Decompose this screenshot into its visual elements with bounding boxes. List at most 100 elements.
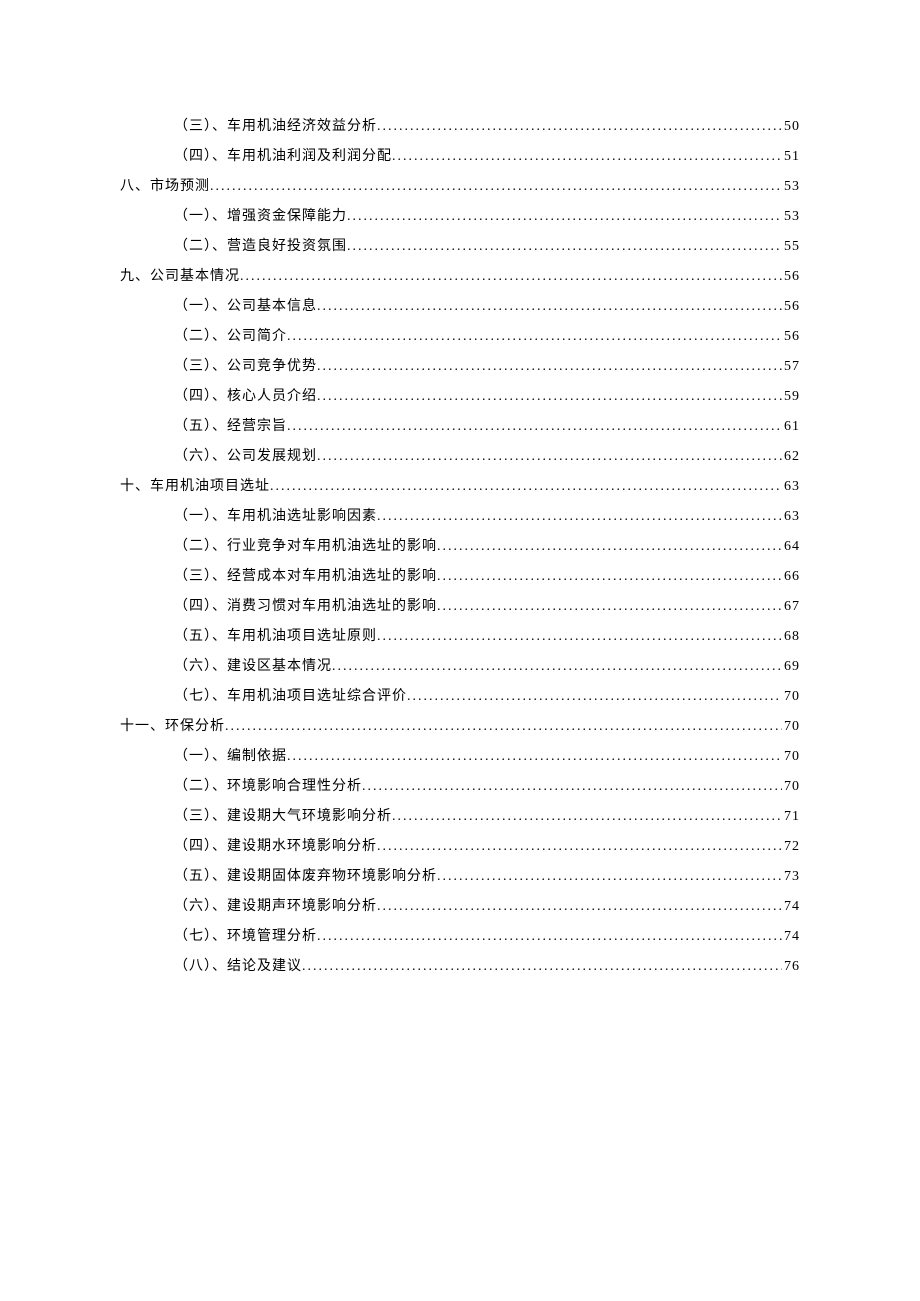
toc-entry-title: （四）、车用机油利润及利润分配 <box>174 145 392 165</box>
toc-leader-dots <box>317 929 782 945</box>
toc-entry-page: 56 <box>782 299 800 315</box>
toc-entry-page: 70 <box>782 779 800 795</box>
toc-entry-title: （七）、车用机油项目选址综合评价 <box>174 685 407 705</box>
toc-entry-page: 76 <box>782 959 800 975</box>
toc-leader-dots <box>347 209 782 225</box>
toc-entry-title: （六）、公司发展规划 <box>174 445 317 465</box>
toc-entry: （三）、建设期大气环境影响分析 71 <box>120 805 800 825</box>
toc-leader-dots <box>287 419 782 435</box>
toc-entry: 九、公司基本情况 56 <box>120 265 800 285</box>
toc-entry-title: （二）、公司简介 <box>174 325 287 345</box>
toc-entry-page: 68 <box>782 629 800 645</box>
toc-leader-dots <box>317 299 782 315</box>
toc-leader-dots <box>347 239 782 255</box>
toc-entry-page: 72 <box>782 839 800 855</box>
toc-entry: （七）、车用机油项目选址综合评价 70 <box>120 685 800 705</box>
toc-entry: （六）、建设期声环境影响分析 74 <box>120 895 800 915</box>
toc-entry: （三）、经营成本对车用机油选址的影响 66 <box>120 565 800 585</box>
toc-entry: （八）、结论及建议 76 <box>120 955 800 975</box>
toc-entry-page: 74 <box>782 899 800 915</box>
toc-entry-title: （五）、车用机油项目选址原则 <box>174 625 377 645</box>
toc-leader-dots <box>210 179 782 195</box>
toc-entry-page: 53 <box>782 209 800 225</box>
toc-entry-title: （七）、环境管理分析 <box>174 925 317 945</box>
toc-entry: （二）、公司简介 56 <box>120 325 800 345</box>
toc-entry-title: 八、市场预测 <box>120 175 210 195</box>
toc-entry-page: 74 <box>782 929 800 945</box>
toc-entry: （四）、核心人员介绍59 <box>120 385 800 405</box>
toc-leader-dots <box>377 899 782 915</box>
toc-entry-title: （三）、建设期大气环境影响分析 <box>174 805 392 825</box>
toc-entry-page: 73 <box>782 869 800 885</box>
toc-entry-title: （三）、车用机油经济效益分析 <box>174 115 377 135</box>
toc-entry-title: （五）、经营宗旨 <box>174 415 287 435</box>
toc-entry: （六）、建设区基本情况69 <box>120 655 800 675</box>
toc-leader-dots <box>317 389 782 405</box>
toc-entry-page: 66 <box>782 569 800 585</box>
toc-entry-title: （二）、行业竞争对车用机油选址的影响 <box>174 535 437 555</box>
toc-leader-dots <box>392 149 782 165</box>
toc-entry-title: （八）、结论及建议 <box>174 955 302 975</box>
toc-entry-page: 59 <box>782 389 800 405</box>
toc-entry-title: （六）、建设期声环境影响分析 <box>174 895 377 915</box>
toc-entry: （二）、环境影响合理性分析70 <box>120 775 800 795</box>
toc-leader-dots <box>392 809 782 825</box>
toc-entry-page: 53 <box>782 179 800 195</box>
toc-entry: （一）、公司基本信息 56 <box>120 295 800 315</box>
toc-entry-page: 51 <box>782 149 800 165</box>
toc-entry-page: 55 <box>782 239 800 255</box>
toc-entry-title: （一）、增强资金保障能力 <box>174 205 347 225</box>
toc-entry-page: 69 <box>782 659 800 675</box>
toc-leader-dots <box>437 869 782 885</box>
toc-entry-page: 56 <box>782 269 800 285</box>
toc-entry: （一）、编制依据 70 <box>120 745 800 765</box>
toc-leader-dots <box>270 479 782 495</box>
toc-entry-title: （五）、建设期固体废弃物环境影响分析 <box>174 865 437 885</box>
toc-leader-dots <box>437 599 782 615</box>
toc-leader-dots <box>287 749 782 765</box>
toc-entry-title: （三）、公司竞争优势 <box>174 355 317 375</box>
toc-entry-page: 56 <box>782 329 800 345</box>
toc-entry: （七）、环境管理分析 74 <box>120 925 800 945</box>
toc-entry-title: （一）、编制依据 <box>174 745 287 765</box>
toc-entry: 八、市场预测 53 <box>120 175 800 195</box>
toc-entry-page: 63 <box>782 479 800 495</box>
toc-entry-page: 70 <box>782 749 800 765</box>
toc-entry-title: （四）、消费习惯对车用机油选址的影响 <box>174 595 437 615</box>
toc-entry: （四）、消费习惯对车用机油选址的影响67 <box>120 595 800 615</box>
toc-leader-dots <box>377 119 782 135</box>
toc-entry-title: （一）、公司基本信息 <box>174 295 317 315</box>
toc-entry: （二）、营造良好投资氛围 55 <box>120 235 800 255</box>
toc-leader-dots <box>240 269 782 285</box>
toc-entry: （五）、经营宗旨61 <box>120 415 800 435</box>
toc-entry-title: （三）、经营成本对车用机油选址的影响 <box>174 565 437 585</box>
toc-entry: （三）、车用机油经济效益分析50 <box>120 115 800 135</box>
toc-entry: （一）、车用机油选址影响因素 63 <box>120 505 800 525</box>
toc-entry: （五）、车用机油项目选址原则 68 <box>120 625 800 645</box>
toc-entry: （三）、公司竞争优势 57 <box>120 355 800 375</box>
toc-entry: （一）、增强资金保障能力 53 <box>120 205 800 225</box>
toc-entry-page: 57 <box>782 359 800 375</box>
toc-entry: 十、车用机油项目选址63 <box>120 475 800 495</box>
toc-entry-title: 九、公司基本情况 <box>120 265 240 285</box>
toc-leader-dots <box>317 449 782 465</box>
toc-leader-dots <box>302 959 782 975</box>
toc-leader-dots <box>287 329 782 345</box>
toc-leader-dots <box>437 539 782 555</box>
toc-leader-dots <box>377 839 782 855</box>
toc-leader-dots <box>377 629 782 645</box>
toc-entry: （四）、建设期水环境影响分析72 <box>120 835 800 855</box>
toc-entry-page: 63 <box>782 509 800 525</box>
toc-entry: （四）、车用机油利润及利润分配 51 <box>120 145 800 165</box>
toc-entry: 十一、环保分析70 <box>120 715 800 735</box>
toc-entry-page: 70 <box>782 719 800 735</box>
toc-entry-title: （一）、车用机油选址影响因素 <box>174 505 377 525</box>
toc-entry: （二）、行业竞争对车用机油选址的影响64 <box>120 535 800 555</box>
toc-entry-page: 71 <box>782 809 800 825</box>
toc-entry-page: 62 <box>782 449 800 465</box>
toc-leader-dots <box>225 719 782 735</box>
toc-entry-page: 70 <box>782 689 800 705</box>
toc-leader-dots <box>332 659 782 675</box>
toc-leader-dots <box>407 689 782 705</box>
toc-entry-title: （二）、营造良好投资氛围 <box>174 235 347 255</box>
